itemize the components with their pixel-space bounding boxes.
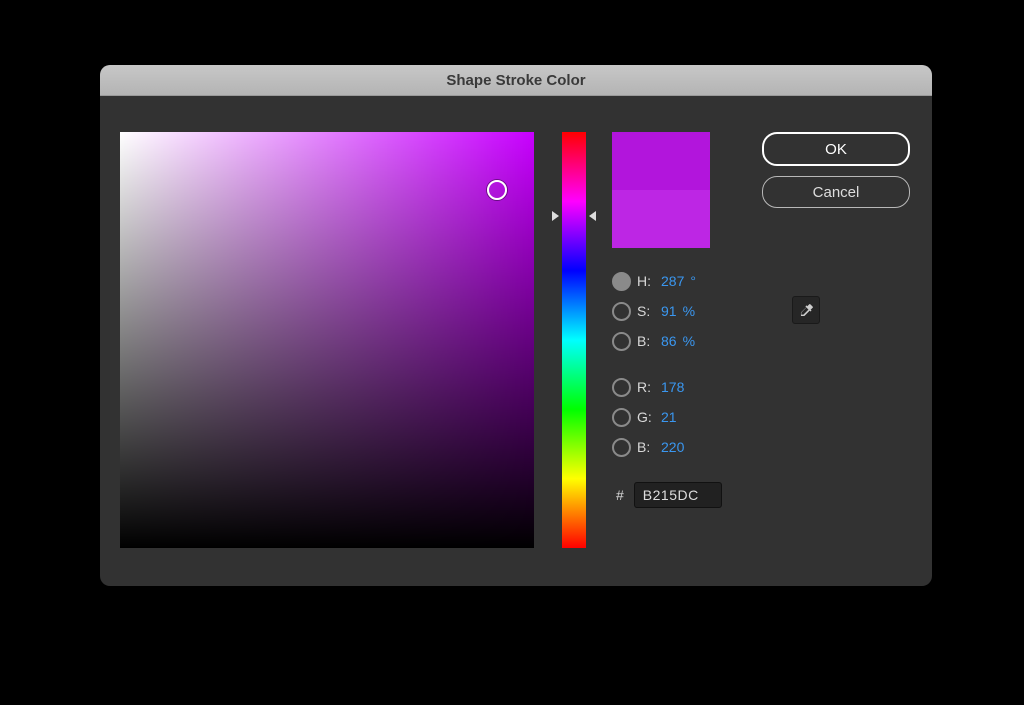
saturation-value[interactable]: 91 xyxy=(661,303,677,319)
hue-slider[interactable] xyxy=(562,132,586,548)
green-value[interactable]: 21 xyxy=(661,409,677,425)
saturation-row: S: 91 % xyxy=(612,296,732,326)
titlebar: Shape Stroke Color xyxy=(100,65,932,96)
color-picker-dialog: Shape Stroke Color H: 287 ° S: xyxy=(100,65,932,586)
saturation-radio[interactable] xyxy=(612,302,631,321)
cancel-button[interactable]: Cancel xyxy=(762,176,910,208)
dialog-body: H: 287 ° S: 91 % B: 86 % R: 178 xyxy=(100,96,932,586)
hue-indicator-left-icon xyxy=(552,211,559,221)
saturation-unit: % xyxy=(683,303,695,319)
saturation-label: S: xyxy=(637,303,655,319)
field-cursor xyxy=(487,180,507,200)
dialog-title: Shape Stroke Color xyxy=(446,72,585,89)
red-value[interactable]: 178 xyxy=(661,379,684,395)
red-row: R: 178 xyxy=(612,372,732,402)
hue-unit: ° xyxy=(690,273,696,289)
hue-row: H: 287 ° xyxy=(612,266,732,296)
saturation-brightness-field[interactable] xyxy=(120,132,534,548)
dialog-buttons: OK Cancel xyxy=(762,132,910,208)
ok-button[interactable]: OK xyxy=(762,132,910,166)
eyedropper-button[interactable] xyxy=(792,296,820,324)
brightness-radio[interactable] xyxy=(612,332,631,351)
hue-indicator-right-icon xyxy=(589,211,596,221)
blue-row: B: 220 xyxy=(612,432,732,462)
blue-label: B: xyxy=(637,439,655,455)
green-radio[interactable] xyxy=(612,408,631,427)
red-label: R: xyxy=(637,379,655,395)
hue-label: H: xyxy=(637,273,655,289)
hue-radio[interactable] xyxy=(612,272,631,291)
blue-value[interactable]: 220 xyxy=(661,439,684,455)
color-values: H: 287 ° S: 91 % B: 86 % R: 178 xyxy=(612,266,732,508)
red-radio[interactable] xyxy=(612,378,631,397)
blue-radio[interactable] xyxy=(612,438,631,457)
hue-value[interactable]: 287 xyxy=(661,273,684,289)
eyedropper-icon xyxy=(798,302,814,318)
color-swatch-pair xyxy=(612,132,710,248)
hex-input[interactable] xyxy=(634,482,722,508)
green-row: G: 21 xyxy=(612,402,732,432)
current-color-swatch[interactable] xyxy=(612,190,710,248)
brightness-label: B: xyxy=(637,333,655,349)
new-color-swatch[interactable] xyxy=(612,132,710,190)
hex-hash-label: # xyxy=(616,487,624,503)
green-label: G: xyxy=(637,409,655,425)
brightness-unit: % xyxy=(683,333,695,349)
brightness-row: B: 86 % xyxy=(612,326,732,356)
hex-row: # xyxy=(616,482,732,508)
brightness-value[interactable]: 86 xyxy=(661,333,677,349)
